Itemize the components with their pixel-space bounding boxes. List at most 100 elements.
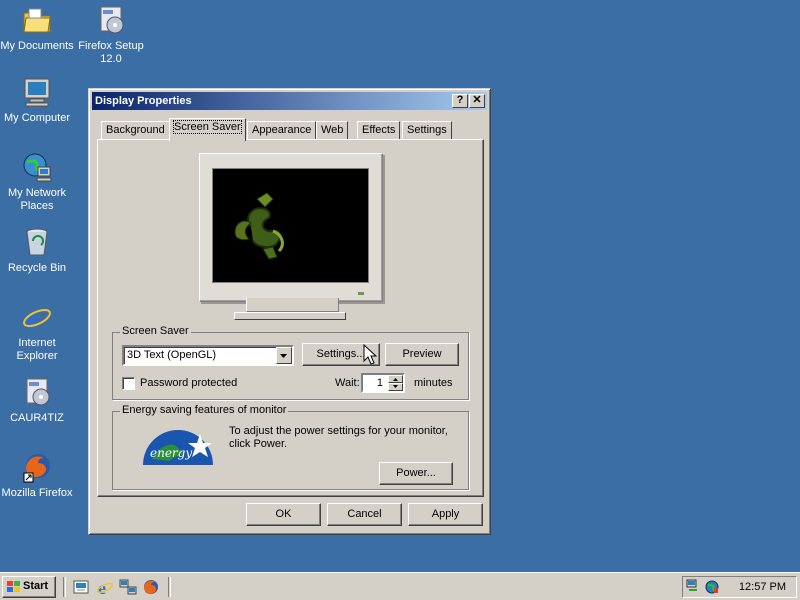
minutes-label: minutes [414,377,453,389]
ok-button-label: OK [275,508,292,520]
quick-launch-firefox[interactable] [142,578,160,596]
tab-label: Screen Saver [173,120,242,134]
start-label: Start [23,580,49,592]
desktop-icon-caur4tiz[interactable]: CAUR4TIZ [0,376,74,425]
desktop-icon-label: My Documents [0,40,74,52]
clock[interactable]: 12:57 PM [739,581,786,593]
tab-web[interactable]: Web [316,121,349,140]
desktop-icon-label: My Computer [3,112,71,124]
quick-launch-ie[interactable]: e [96,578,114,598]
desktop-icon-label: Firefox Setup 12.0 [78,40,144,65]
network-icon [119,579,137,595]
desktop-icon-firefox-setup[interactable]: Firefox Setup 12.0 [74,4,148,66]
password-label: Password protected [140,377,238,389]
mouse-cursor-icon [363,344,377,365]
password-checkbox[interactable] [122,377,135,390]
screen-saver-panel: Screen Saver 3D Text (OpenGL) Settings..… [97,139,484,497]
power-button[interactable]: Power... [379,462,453,485]
folder-icon [21,4,53,36]
screen-saver-selected-value: 3D Text (OpenGL) [127,349,217,361]
network-tray-icon[interactable] [686,579,704,595]
computer-icon [21,76,53,108]
wait-value: 1 [376,377,383,389]
taskbar-divider [168,577,171,597]
desktop-icon-my-documents[interactable]: My Documents [0,4,74,53]
chevron-down-icon [280,354,287,358]
quick-launch-divider [63,577,66,597]
help-icon: ? [456,94,464,106]
tab-label: Appearance [252,124,312,136]
volume-globe-tray-icon[interactable] [703,579,721,595]
spin-down-button[interactable] [388,383,403,391]
dialog-titlebar[interactable]: Display Properties ? ✕ [92,92,487,110]
recycle-bin-icon [21,226,53,258]
desktop-icon-internet-explorer[interactable]: e Internet Explorer [0,301,74,363]
tab-appearance[interactable]: Appearance [247,121,317,140]
quick-launch-network[interactable] [119,578,137,596]
monitor-preview [199,153,383,302]
tab-settings[interactable]: Settings [402,121,452,140]
tab-effects[interactable]: Effects [357,121,401,140]
network-icon [21,151,53,183]
desktop-icon-label: My Network Places [7,187,67,212]
desktop-icon-my-network-places[interactable]: My Network Places [0,151,74,213]
apply-button-label: Apply [431,508,460,520]
3d-text-dollar-icon [234,192,284,260]
screen-saver-group-title: Screen Saver [120,325,191,337]
ie-icon: e [96,578,114,598]
arrow-up-icon [393,378,398,381]
power-button-label: Power... [396,467,436,479]
dialog-title: Display Properties [95,95,192,107]
monitor-stand [234,312,346,320]
screen-saver-select[interactable]: 3D Text (OpenGL) [122,345,294,366]
energy-group: Energy saving features of monitor energy… [112,404,469,490]
tab-label: Settings [407,124,447,136]
desktop-icon-mozilla-firefox[interactable]: Mozilla Firefox [0,451,74,500]
quick-launch-show-desktop[interactable] [72,578,90,596]
close-icon: ✕ [472,94,482,106]
spin-up-button[interactable] [388,375,403,383]
ie-icon: e [21,301,53,336]
desktop-icon-my-computer[interactable]: My Computer [0,76,74,125]
energy-star-logo: energy [142,424,214,466]
energy-description: To adjust the power settings for your mo… [229,425,448,450]
cancel-button[interactable]: Cancel [327,503,402,526]
tab-screen-saver[interactable]: Screen Saver [169,118,246,141]
close-button[interactable]: ✕ [469,94,485,108]
power-led [358,292,364,295]
firefox-icon [144,580,158,594]
tab-label: Effects [362,124,396,136]
desktop-icon-recycle-bin[interactable]: Recycle Bin [0,226,74,275]
tab-label: Background [106,124,165,136]
desktop-icon-label: CAUR4TIZ [10,412,64,424]
desktop-icon-label: Recycle Bin [7,262,67,274]
windows-logo-icon [7,581,20,592]
start-button[interactable]: Start [2,576,56,598]
energy-logo-text: energy [150,446,193,460]
dropdown-button[interactable] [276,347,292,364]
settings-button-label: Settings... [316,348,366,360]
wait-minutes-spinner[interactable]: 1 [361,373,405,393]
help-button[interactable]: ? [452,94,468,108]
energy-group-title: Energy saving features of monitor [120,404,289,416]
installer-icon [95,4,127,36]
system-tray: 12:57 PM [682,576,797,598]
taskbar: Start e 12:57 PM [0,572,800,600]
installer-icon [21,376,53,408]
monitor-base [246,298,339,312]
preview-button[interactable]: Preview [385,343,459,366]
firefox-icon [21,451,53,483]
preview-button-label: Preview [402,348,442,360]
arrow-down-icon [393,385,398,388]
apply-button[interactable]: Apply [408,503,483,526]
desktop-icon-label: Mozilla Firefox [1,487,73,499]
ok-button[interactable]: OK [246,503,321,526]
screen-saver-group: Screen Saver 3D Text (OpenGL) Settings..… [112,325,469,400]
preview-screen [212,168,369,283]
display-properties-dialog: Display Properties ? ✕ Background Screen… [88,88,491,535]
tab-background[interactable]: Background [101,121,170,140]
desktop-icon-label: Internet Explorer [16,337,58,362]
wait-label: Wait: [335,377,360,389]
show-desktop-icon [73,580,89,594]
tab-label: Web [321,124,344,136]
